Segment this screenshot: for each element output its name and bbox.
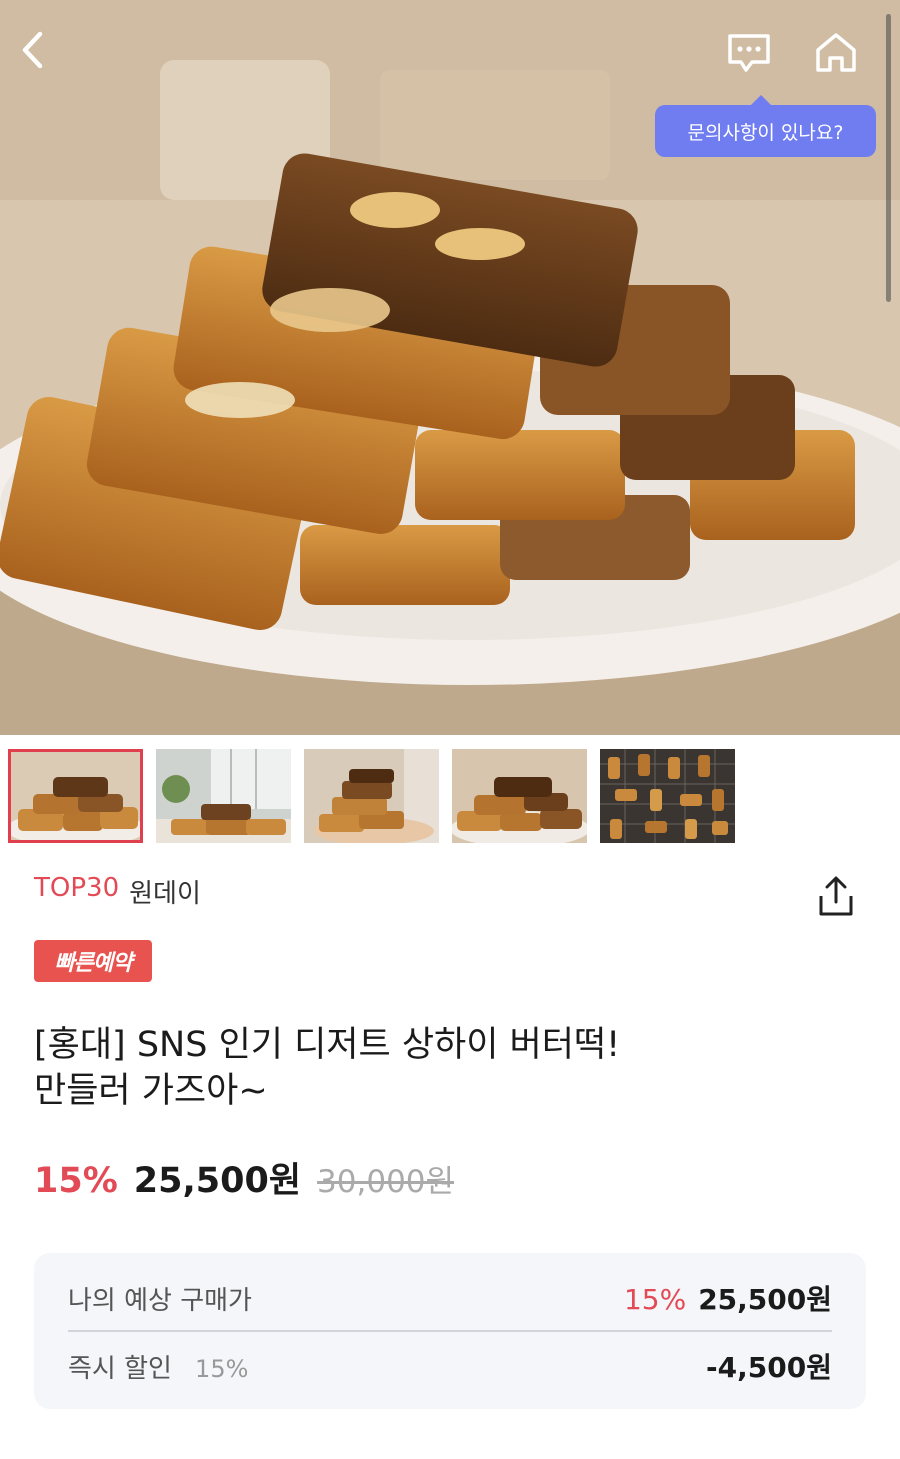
- share-icon: [819, 876, 853, 916]
- chat-button[interactable]: [726, 32, 786, 86]
- instant-discount-label: 즉시 할인: [68, 1353, 172, 1384]
- instant-discount-row: 즉시 할인 15% -4,500원: [68, 1343, 832, 1389]
- product-title: [홍대] SNS 인기 디저트 상하이 버터떡! 만들러 가즈아~: [34, 1022, 794, 1114]
- home-button[interactable]: [814, 30, 874, 88]
- thumbnail-4[interactable]: [452, 749, 587, 843]
- product-title-line2: 만들러 가즈아~: [34, 1071, 268, 1111]
- brand-row: TOP30 원데이: [34, 873, 201, 910]
- divider: [68, 1330, 832, 1332]
- expected-price-value: 25,500원: [698, 1283, 832, 1316]
- chat-bubble-icon: [728, 34, 770, 72]
- quick-reservation-badge: 빠른예약: [34, 940, 152, 982]
- price-row: 15% 25,500원 30,000원: [34, 1152, 454, 1203]
- thumbnail-gallery: [8, 749, 735, 843]
- sale-price: 25,500원: [133, 1161, 302, 1201]
- expected-discount: 15%: [623, 1283, 687, 1316]
- discount-rate: 15%: [34, 1161, 118, 1201]
- expected-price-label: 나의 예상 구매가: [68, 1285, 252, 1316]
- thumbnail-2[interactable]: [156, 749, 291, 843]
- brand-link[interactable]: 원데이: [129, 873, 201, 910]
- thumbnail-3[interactable]: [304, 749, 439, 843]
- share-button[interactable]: [810, 872, 862, 920]
- rank-label: TOP30: [34, 873, 120, 903]
- instant-discount-amount: -4,500원: [706, 1351, 832, 1384]
- original-price: 30,000원: [317, 1164, 455, 1200]
- inquiry-tooltip[interactable]: 문의사항이 있나요?: [655, 95, 876, 157]
- price-summary-box: 나의 예상 구매가 15% 25,500원 즉시 할인 15% -4,500원: [34, 1253, 866, 1409]
- back-button[interactable]: [18, 30, 76, 88]
- instant-discount-rate: 15%: [195, 1354, 249, 1383]
- expected-price-row: 나의 예상 구매가 15% 25,500원: [68, 1275, 832, 1321]
- thumbnail-5[interactable]: [600, 749, 735, 843]
- home-icon: [816, 33, 856, 72]
- inquiry-tooltip-text: 문의사항이 있나요?: [687, 121, 844, 144]
- chevron-left-icon: [22, 31, 43, 69]
- product-hero-image[interactable]: 문의사항이 있나요?: [0, 0, 900, 735]
- product-title-line1: [홍대] SNS 인기 디저트 상하이 버터떡!: [34, 1025, 621, 1065]
- thumbnail-1[interactable]: [8, 749, 143, 843]
- scrollbar[interactable]: [886, 14, 891, 302]
